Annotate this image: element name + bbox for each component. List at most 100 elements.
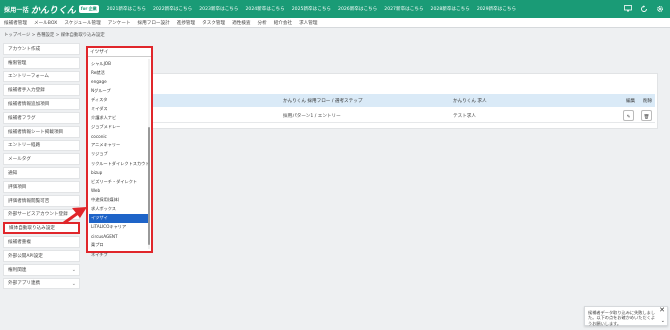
sidebar-item-external-apps[interactable]: 外部アプリ連携 ⌄ (3, 277, 80, 290)
edit-button[interactable]: ✎ (623, 110, 634, 121)
menu-item-tasks[interactable]: タスク管理 (202, 20, 225, 26)
column-header-flow: かんりくん 採用フロー / 選考ステップ (283, 99, 363, 104)
breadcrumb: トップページ > 各種設定 > 媒体自動取り込み設定 (4, 33, 105, 38)
sidebar-item-notifications[interactable]: 通知 (3, 167, 80, 179)
dropdown-scrollbar[interactable] (148, 59, 150, 249)
sidebar-item-sheet-fields[interactable]: 候補者情報シート掲載項目 (3, 125, 80, 138)
dropdown-option[interactable]: Nグループ (89, 86, 150, 95)
dropdown-option[interactable]: 中途採用(媒体) (89, 195, 150, 204)
sidebar-item-label: 評価項目 (8, 184, 27, 190)
toast-message: 候補者データ取り込みに失敗しました。以下の点をお確かめいただくようお願いします。 (588, 310, 656, 326)
logo-badge: for 企業 (78, 5, 99, 13)
column-header-delete: 削除 (643, 99, 653, 104)
sidebar-item-account-create[interactable]: アカウント作成 (3, 43, 80, 55)
dropdown-option[interactable]: ミイダス (89, 104, 150, 113)
chevron-down-icon: ⌄ (71, 266, 76, 273)
sidebar-item-label: 評価者情報閲覧可否 (8, 198, 50, 204)
dropdown-option[interactable]: engage (89, 77, 150, 86)
refresh-icon[interactable] (639, 4, 648, 13)
import-settings-panel: かんりくん 採用フロー / 選考ステップ かんりくん 求人 編集 削除 採用パタ… (90, 73, 658, 129)
scrollbar-thumb[interactable] (148, 127, 150, 245)
sidebar-item-external-accounts[interactable]: 外部サービスアカウント登録 (3, 208, 80, 221)
delete-button[interactable]: 🗑 (641, 110, 652, 121)
dropdown-option[interactable]: bizup (89, 168, 150, 177)
sidebar-item-public-api[interactable]: 外部公開API設定 (3, 249, 80, 262)
menu-item-survey[interactable]: アンケート (108, 20, 131, 26)
menu-item-candidates[interactable]: 候補者管理 (4, 20, 27, 26)
sidebar-item-label: 候補者重複 (8, 240, 31, 246)
sidebar-item-label: エントリーフォーム (8, 74, 49, 80)
dropdown-option[interactable]: 楽プロ (89, 241, 150, 250)
dropdown-option[interactable]: リジョブ (89, 150, 150, 159)
dropdown-option[interactable]: circusAGENT (89, 232, 150, 241)
menu-item-jobs[interactable]: 求人管理 (299, 20, 317, 26)
dropdown-option[interactable]: リクルートダイレクトスカウト (89, 159, 150, 168)
sidebar-item-media-import[interactable]: 媒体自動取り込み設定 (3, 222, 80, 235)
sidebar-item-additional-fields[interactable]: 候補者情報追加項目 (3, 98, 80, 110)
year-link-2026[interactable]: 2026新卒はこちら (338, 6, 377, 12)
column-header-job: かんりくん 求人 (453, 99, 487, 104)
sidebar-item-label: 権利関連 (8, 267, 27, 273)
sidebar-item-label: 権限管理 (8, 60, 27, 66)
dropdown-option[interactable]: 介護求人ナビ (89, 114, 150, 123)
header-icons (616, 4, 664, 13)
table-header: かんりくん 採用フロー / 選考ステップ かんりくん 求人 編集 削除 (145, 94, 655, 107)
sidebar-item-label: 外部アプリ連携 (8, 281, 41, 287)
pencil-icon: ✎ (626, 115, 631, 120)
sidebar-item-mail-tags[interactable]: メールタグ (3, 153, 80, 166)
sidebar-item-manual-registration[interactable]: 候補者手入力登録 (3, 84, 80, 97)
dropdown-option[interactable]: シャルJOB (89, 59, 150, 68)
logo[interactable]: 採用一括 かんりくん for 企業 (4, 3, 99, 16)
year-link-2025[interactable]: 2025新卒はこちら (292, 6, 331, 12)
media-select-value[interactable]: イツザイ (88, 48, 151, 57)
year-link-2024[interactable]: 2024新卒はこちら (245, 6, 284, 12)
sidebar-item-label: 外部公開API設定 (8, 253, 43, 259)
sidebar-item-entry-form[interactable]: エントリーフォーム (3, 70, 80, 83)
dropdown-option[interactable]: ネイチブ (89, 250, 150, 259)
year-link-2028[interactable]: 2028新卒はこちら (431, 6, 470, 12)
sidebar-item-duplicates[interactable]: 候補者重複 (3, 236, 80, 248)
media-options-list: シャルJOB Re就活 engage Nグループ ディスタ ミイダス 介護求人ナ… (89, 59, 150, 259)
year-link-2027[interactable]: 2027新卒はこちら (384, 6, 423, 12)
dropdown-option[interactable]: Web (89, 186, 150, 195)
gear-icon[interactable] (655, 4, 664, 13)
media-select-dropdown[interactable]: イツザイ シャルJOB Re就活 engage Nグループ ディスタ ミイダス … (86, 46, 153, 257)
year-link-2029[interactable]: 2029新卒はこちら (477, 6, 516, 12)
menu-item-analytics[interactable]: 分析 (257, 20, 266, 26)
column-header-edit: 編集 (626, 99, 636, 104)
logo-prefix: 採用一括 (4, 6, 29, 14)
sidebar-item-evaluation-items[interactable]: 評価項目 (3, 180, 80, 193)
dropdown-option[interactable]: LiTALICOキャリア (89, 223, 150, 232)
sidebar-item-label: アカウント作成 (8, 46, 41, 52)
menu-item-aptitude[interactable]: 適性検査 (232, 20, 250, 26)
year-link-2021[interactable]: 2021新卒はこちら (107, 6, 146, 12)
dropdown-option-selected[interactable]: イツザイ (89, 213, 150, 223)
sidebar-item-rights[interactable]: 権利関連 ⌄ (3, 263, 80, 276)
sidebar-item-evaluator-visibility[interactable]: 評価者情報閲覧可否 (3, 194, 80, 207)
menu-item-schedule[interactable]: スケジュール管理 (64, 20, 100, 26)
menu-item-agencies[interactable]: 紹介会社 (274, 20, 292, 26)
menu-item-flow-design[interactable]: 採用フロー設計 (138, 20, 170, 26)
menu-item-mailbox[interactable]: メールBOX (34, 20, 57, 26)
sidebar-item-permissions[interactable]: 権限管理 (3, 56, 80, 69)
dropdown-option[interactable]: ジョブメドレー (89, 123, 150, 132)
chevron-down-icon[interactable]: ⌄ (661, 318, 665, 324)
dropdown-option[interactable]: ディスタ (89, 95, 150, 104)
sidebar-item-label: 候補者情報追加項目 (8, 102, 50, 108)
cell-job: テスト求人 (453, 114, 476, 119)
dropdown-option[interactable]: coconic (89, 132, 150, 141)
dropdown-option[interactable]: ビズリーチ・ダイレクト (89, 177, 150, 186)
year-link-2023[interactable]: 2023新卒はこちら (199, 6, 238, 12)
sidebar-item-entry-routes[interactable]: エントリー経路 (3, 139, 80, 152)
dropdown-option[interactable]: 求人ボックス (89, 205, 150, 214)
dropdown-option[interactable]: Re就活 (89, 68, 150, 77)
sidebar-item-candidate-flags[interactable]: 候補者フラグ (3, 111, 80, 124)
sidebar-item-label: 候補者手入力登録 (8, 88, 45, 94)
dropdown-option[interactable]: アニメキャリー (89, 141, 150, 150)
monitor-icon[interactable] (623, 4, 632, 13)
year-link-2022[interactable]: 2022新卒はこちら (153, 6, 192, 12)
sidebar-item-label: 外部サービスアカウント登録 (8, 212, 68, 218)
error-toast: 候補者データ取り込みに失敗しました。以下の点をお確かめいただくようお願いします。… (584, 306, 668, 326)
close-icon[interactable]: ✕ (659, 306, 665, 314)
menu-item-progress[interactable]: 進捗管理 (177, 20, 195, 26)
